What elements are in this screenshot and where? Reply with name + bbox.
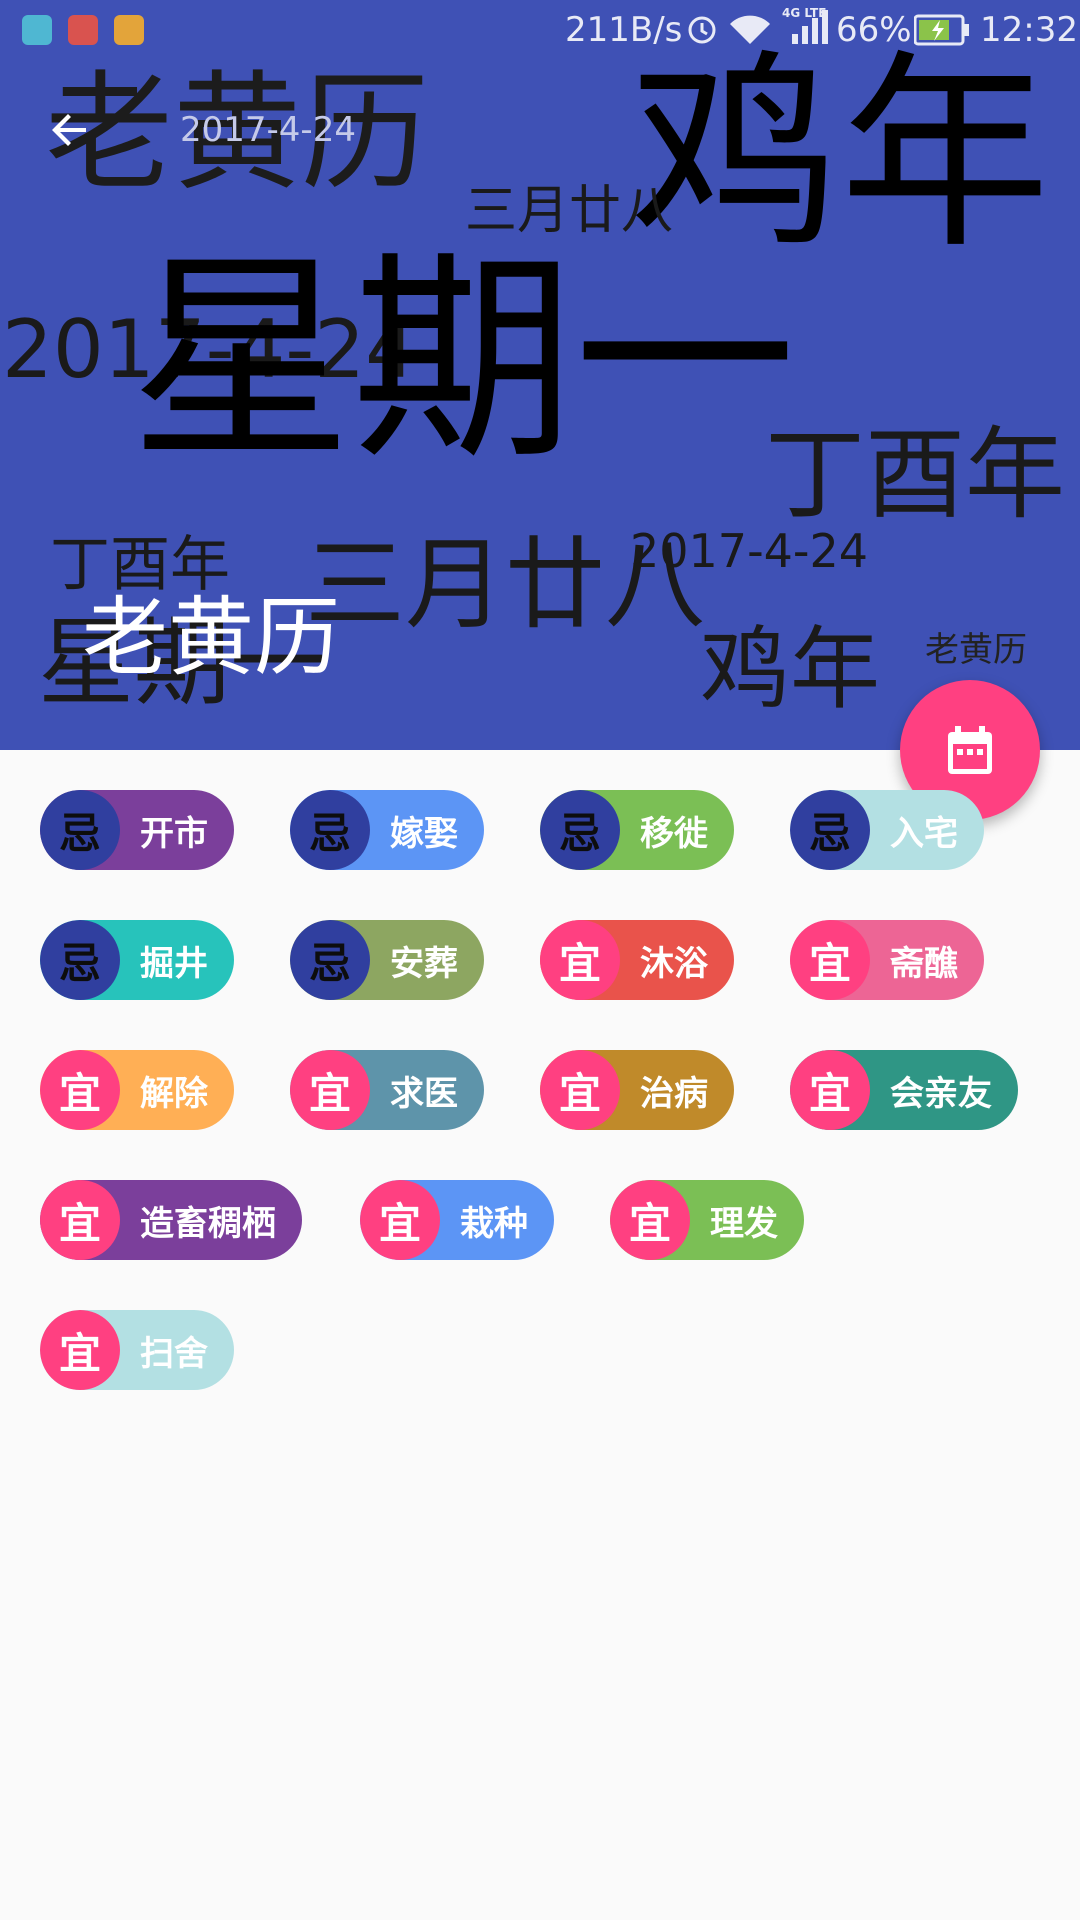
chip-badge: 忌 <box>290 790 370 870</box>
cloud-word: 三月廿八 <box>465 181 674 241</box>
chip-label: 解除 <box>140 1073 208 1114</box>
cloud-word: 鸡年 <box>630 32 1051 277</box>
chip[interactable]: 宜求医 <box>290 1050 484 1130</box>
chip[interactable]: 宜栽种 <box>360 1180 554 1260</box>
hand-icon <box>114 15 144 45</box>
chip-label: 斋醮 <box>890 943 958 984</box>
chip-label: 扫舍 <box>140 1333 208 1374</box>
chip[interactable]: 忌开市 <box>40 790 234 870</box>
cloud-word: 2017-4-24 <box>630 524 869 578</box>
page-title: 老黄历 <box>82 588 340 688</box>
chip-badge: 宜 <box>790 920 870 1000</box>
chip-badge: 宜 <box>40 1180 120 1260</box>
chip-badge: 忌 <box>790 790 870 870</box>
chip-label: 会亲友 <box>890 1073 992 1114</box>
chip-label: 治病 <box>640 1073 708 1114</box>
arrow-back-icon <box>52 114 86 146</box>
chip-badge: 忌 <box>290 920 370 1000</box>
toolbar-title: 2017-4-24 <box>180 110 356 150</box>
chip[interactable]: 宜造畜稠栖 <box>40 1180 302 1260</box>
chip[interactable]: 忌移徙 <box>540 790 734 870</box>
chip-label: 栽种 <box>460 1203 528 1244</box>
chip-label: 沐浴 <box>640 943 708 984</box>
chip-badge: 宜 <box>360 1180 440 1260</box>
chip-label: 安葬 <box>390 943 458 984</box>
cloud-word: 丁酉年 <box>50 530 230 600</box>
chip[interactable]: 宜扫舍 <box>40 1310 234 1390</box>
calendar-header: 211B/s 4G LTE 66% 12:32 老黄历 鸡年 三月廿八 2017… <box>0 0 1080 750</box>
chip-badge: 宜 <box>40 1050 120 1130</box>
chip-badge: 宜 <box>790 1050 870 1130</box>
chip[interactable]: 宜斋醮 <box>790 920 984 1000</box>
android-icon <box>22 15 52 45</box>
chip-badge: 宜 <box>290 1050 370 1130</box>
chip[interactable]: 宜治病 <box>540 1050 734 1130</box>
chip-badge: 忌 <box>40 920 120 1000</box>
chip-label: 掘井 <box>140 943 208 984</box>
chip[interactable]: 宜沐浴 <box>540 920 734 1000</box>
chip-label: 理发 <box>710 1203 778 1244</box>
chip-label: 移徙 <box>640 813 708 854</box>
chip-badge: 宜 <box>540 920 620 1000</box>
chip[interactable]: 宜理发 <box>610 1180 804 1260</box>
chip[interactable]: 忌安葬 <box>290 920 484 1000</box>
chip-badge: 宜 <box>540 1050 620 1130</box>
chip-badge: 宜 <box>610 1180 690 1260</box>
cloud-word: 鸡年 <box>700 617 880 722</box>
chip-badge: 忌 <box>40 790 120 870</box>
back-button[interactable] <box>42 100 102 160</box>
no-disturb-icon <box>68 15 98 45</box>
chip-label: 嫁娶 <box>390 813 458 854</box>
chip[interactable]: 宜会亲友 <box>790 1050 1018 1130</box>
chip-label: 开市 <box>140 813 208 854</box>
chip[interactable]: 忌掘井 <box>40 920 234 1000</box>
cloud-word: 丁酉年 <box>765 416 1065 533</box>
chip-label: 求医 <box>390 1073 458 1114</box>
chip-badge: 宜 <box>40 1310 120 1390</box>
chip[interactable]: 忌入宅 <box>790 790 984 870</box>
calendar-icon <box>948 726 992 774</box>
chip-badge: 忌 <box>540 790 620 870</box>
cloud-word: 老黄历 <box>925 630 1027 670</box>
chip-label: 入宅 <box>890 813 958 854</box>
chip[interactable]: 宜解除 <box>40 1050 234 1130</box>
cloud-word: 星期一 <box>130 232 796 490</box>
network-type: 4G LTE <box>782 6 827 20</box>
chip[interactable]: 忌嫁娶 <box>290 790 484 870</box>
chip-label: 造畜稠栖 <box>140 1203 276 1244</box>
